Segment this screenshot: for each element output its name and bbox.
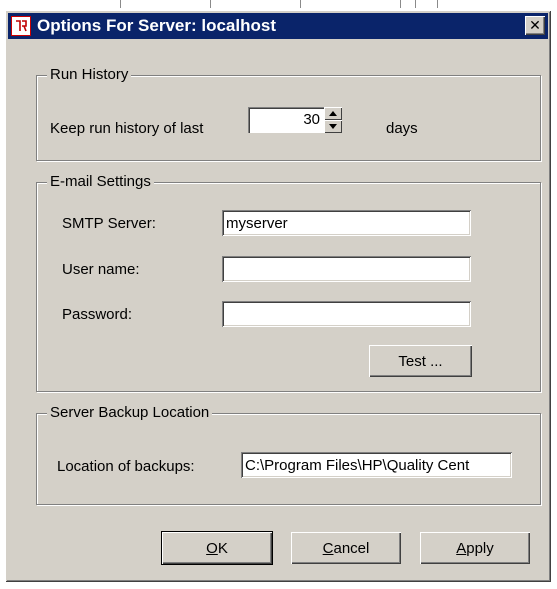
backup-location-legend: Server Backup Location [47, 404, 213, 421]
test-button[interactable]: Test ... [369, 345, 472, 377]
background-window-strip [0, 0, 557, 10]
spin-up-button[interactable] [324, 107, 342, 120]
location-of-backups-label: Location of backups: [57, 458, 195, 475]
chevron-down-icon [329, 124, 337, 129]
app-icon[interactable] [11, 16, 31, 36]
apply-mnemonic: A [456, 539, 467, 557]
password-input[interactable] [222, 301, 471, 327]
smtp-server-input[interactable] [222, 210, 471, 236]
backup-location-input[interactable] [241, 452, 512, 478]
cancel-label-rest: ancel [333, 539, 370, 557]
user-name-input[interactable] [222, 256, 471, 282]
ok-mnemonic: O [206, 539, 218, 557]
days-unit-label: days [386, 120, 418, 137]
background-divider [400, 0, 401, 8]
apply-label-rest: pply [466, 539, 494, 557]
days-value-field[interactable]: 30 [248, 107, 324, 133]
apply-button[interactable]: Apply [420, 532, 530, 564]
keep-history-label: Keep run history of last [50, 120, 204, 137]
ok-button[interactable]: OK [161, 531, 273, 565]
spin-down-button[interactable] [324, 120, 342, 133]
background-divider [437, 0, 438, 8]
title-bar[interactable]: Options For Server: localhost ✕ [8, 13, 548, 39]
email-settings-legend: E-mail Settings [47, 173, 154, 190]
days-spinner[interactable]: 30 [248, 107, 342, 133]
user-name-label: User name: [62, 261, 140, 278]
run-history-legend: Run History [47, 66, 132, 83]
close-button[interactable]: ✕ [525, 16, 545, 35]
background-divider [210, 0, 211, 8]
test-button-label: Test ... [398, 352, 443, 370]
smtp-server-label: SMTP Server: [62, 215, 156, 232]
cancel-button[interactable]: Cancel [291, 532, 401, 564]
close-icon: ✕ [529, 17, 541, 34]
spin-buttons [324, 107, 342, 133]
window-title: Options For Server: localhost [37, 16, 276, 35]
background-divider [120, 0, 121, 8]
background-divider [300, 0, 301, 8]
chevron-up-icon [329, 111, 337, 116]
ok-label-rest: K [217, 539, 228, 557]
background-divider [415, 0, 416, 8]
cancel-mnemonic: C [322, 539, 334, 557]
password-label: Password: [62, 306, 133, 323]
options-dialog: Options For Server: localhost ✕ Run Hist… [5, 10, 551, 582]
